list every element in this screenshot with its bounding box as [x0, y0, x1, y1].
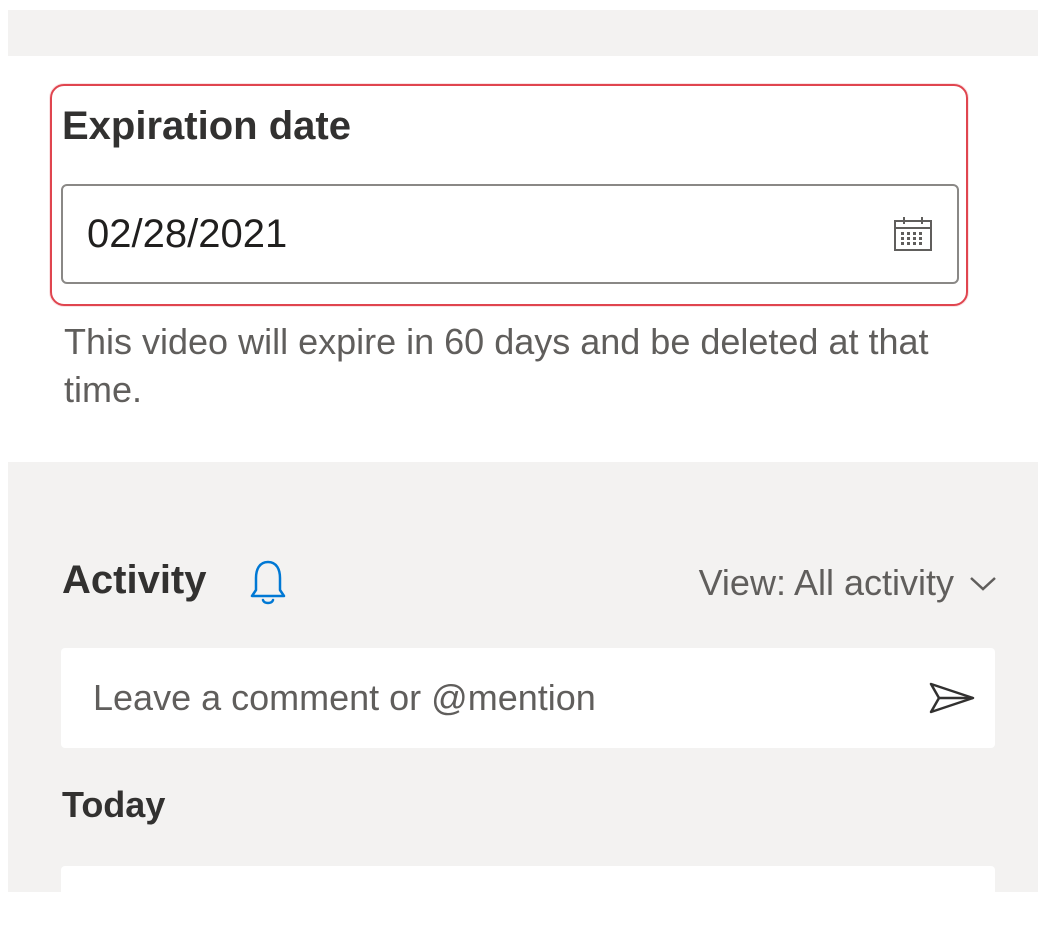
view-filter-dropdown[interactable]: View: All activity	[699, 562, 998, 604]
comment-placeholder: Leave a comment or @mention	[93, 677, 596, 718]
expiration-help-text: This video will expire in 60 days and be…	[64, 321, 929, 410]
bell-icon[interactable]	[248, 558, 288, 606]
expiration-date-field[interactable]: 02/28/2021	[61, 184, 959, 284]
comment-input[interactable]: Leave a comment or @mention	[61, 648, 995, 748]
chevron-down-icon	[970, 577, 996, 591]
activity-panel: Activity View: All activity Leave a comm…	[8, 462, 1038, 926]
calendar-icon[interactable]	[893, 216, 933, 252]
expiration-date-label: Expiration date	[62, 104, 351, 148]
today-label: Today	[62, 784, 166, 825]
send-icon[interactable]	[927, 681, 977, 715]
expiration-date-value[interactable]: 02/28/2021	[87, 212, 893, 257]
top-panel	[8, 10, 1038, 56]
view-filter-label: View: All activity	[698, 562, 954, 603]
activity-card	[61, 866, 995, 926]
activity-title: Activity	[62, 558, 207, 602]
